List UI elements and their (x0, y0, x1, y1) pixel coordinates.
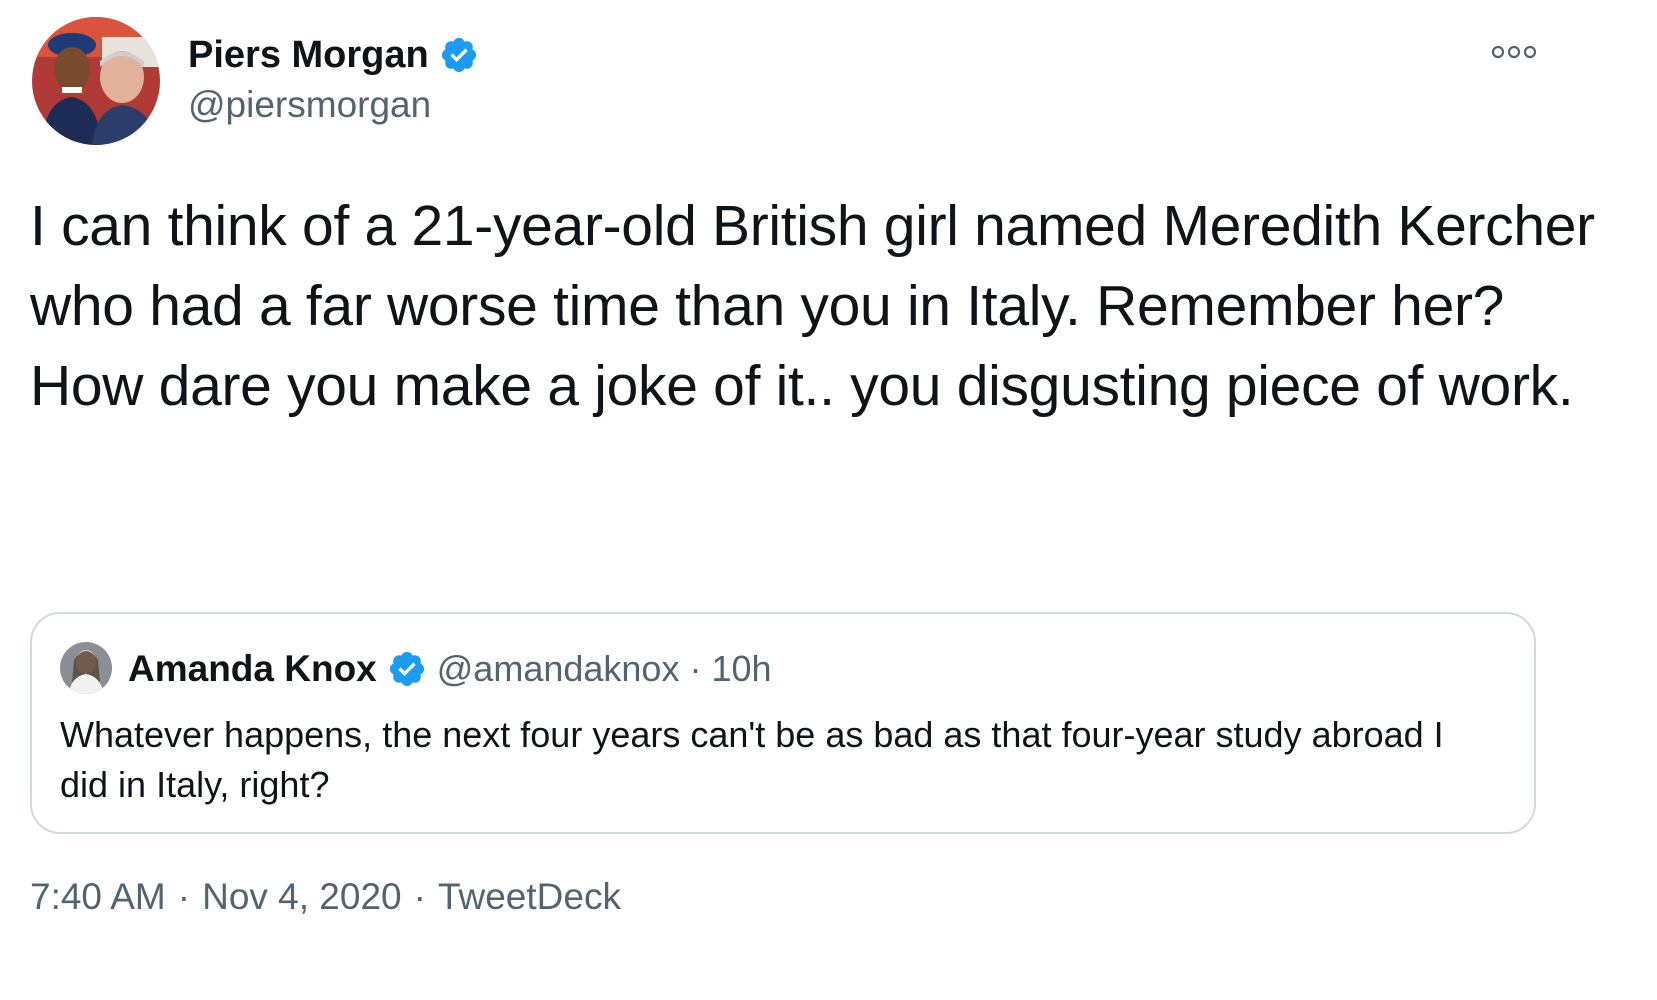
verified-badge-icon (439, 35, 479, 75)
avatar-photo-icon (32, 17, 160, 145)
more-options-button[interactable] (1484, 34, 1544, 70)
tweet: Piers Morgan @piersmorgan I can think of… (0, 0, 1657, 1000)
quoted-avatar-photo-icon (60, 642, 112, 694)
quoted-tweet-text: Whatever happens, the next four years ca… (60, 714, 1444, 805)
meta-separator: · (177, 876, 191, 917)
tweet-time[interactable]: 7:40 AM (30, 876, 166, 918)
author-handle[interactable]: @piersmorgan (188, 84, 431, 126)
quoted-separator: · (689, 648, 702, 689)
quoted-author-avatar[interactable] (60, 642, 112, 694)
author-name[interactable]: Piers Morgan (188, 34, 429, 77)
author-name-row: Piers Morgan (188, 32, 479, 78)
quoted-tweet-card[interactable]: Amanda Knox @amandaknox · 10h Whatever h… (30, 612, 1536, 834)
more-options-icon (1491, 45, 1537, 59)
quoted-timestamp[interactable]: 10h (711, 648, 771, 690)
tweet-meta: 7:40 AM · Nov 4, 2020 · TweetDeck (30, 876, 621, 918)
meta-separator: · (413, 876, 426, 917)
tweet-date[interactable]: Nov 4, 2020 (202, 876, 402, 918)
quoted-author-name[interactable]: Amanda Knox (128, 648, 377, 690)
tweet-text: I can think of a 21-year-old British gir… (30, 194, 1595, 418)
quoted-verified-badge-icon (387, 649, 427, 689)
quoted-tweet-header: Amanda Knox @amandaknox · 10h (128, 644, 772, 694)
author-avatar[interactable] (32, 17, 160, 145)
tweet-source[interactable]: TweetDeck (438, 876, 621, 918)
quoted-author-handle[interactable]: @amandaknox (437, 648, 680, 690)
